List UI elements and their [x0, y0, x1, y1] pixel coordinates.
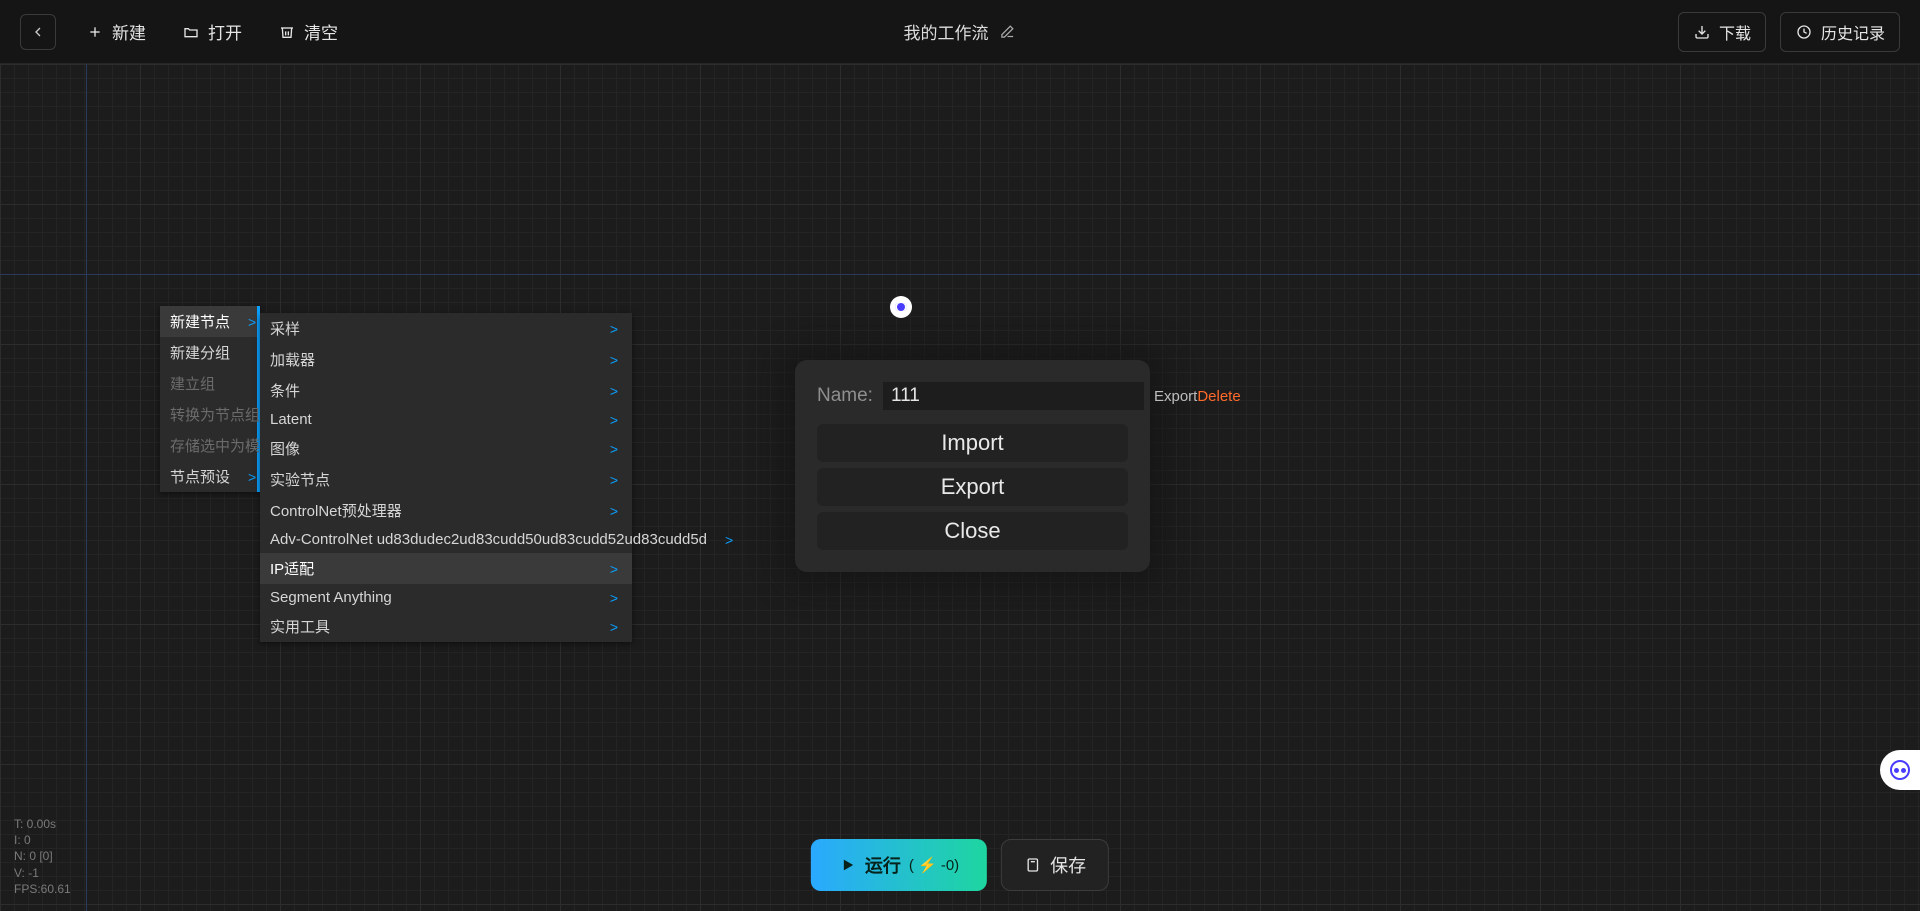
- chevron-right-icon: >: [610, 503, 618, 519]
- history-label: 历史记录: [1821, 20, 1885, 44]
- clear-button[interactable]: 清空: [272, 13, 344, 50]
- open-button[interactable]: 打开: [176, 13, 248, 50]
- assistant-icon: [1890, 760, 1910, 780]
- stat-t: T: 0.00s: [14, 816, 71, 832]
- workflow-title-text: 我的工作流: [904, 19, 989, 44]
- submenu-item[interactable]: 采样 >: [260, 313, 632, 344]
- submenu-item-label: ControlNet预处理器: [270, 500, 402, 521]
- run-cost: ( ⚡ -0): [909, 856, 959, 874]
- stat-i: I: 0: [14, 832, 71, 848]
- chevron-right-icon: >: [610, 590, 618, 606]
- chevron-right-icon: >: [610, 561, 618, 577]
- download-icon: [1693, 23, 1711, 41]
- preset-dialog: Name: ExportDelete Import Export Close: [795, 360, 1150, 572]
- canvas-stats: T: 0.00s I: 0 N: 0 [0] V: -1 FPS:60.61: [14, 816, 71, 897]
- context-menu-item: 建立组: [160, 368, 257, 399]
- workflow-title[interactable]: 我的工作流: [904, 19, 1017, 44]
- new-label: 新建: [112, 19, 146, 44]
- submenu-item-label: 图像: [270, 438, 300, 459]
- submenu-item-label: 条件: [270, 380, 300, 401]
- new-button[interactable]: 新建: [80, 13, 152, 50]
- history-button[interactable]: 历史记录: [1780, 12, 1900, 52]
- context-menu-item: 转换为节点组: [160, 399, 257, 430]
- guide-vertical: [86, 64, 87, 911]
- chevron-right-icon: >: [610, 472, 618, 488]
- submenu-item-label: 采样: [270, 318, 300, 339]
- export-button[interactable]: Export: [817, 468, 1128, 506]
- chevron-right-icon: >: [725, 532, 733, 548]
- menu-item-label: 节点预设: [170, 466, 230, 487]
- submenu-item[interactable]: 图像 >: [260, 433, 632, 464]
- submenu-item-label: IP适配: [270, 558, 314, 579]
- top-bar: 新建 打开 清空 我的工作流 下载: [0, 0, 1920, 64]
- chevron-right-icon: >: [610, 383, 618, 399]
- open-label: 打开: [208, 19, 242, 44]
- context-menu-item: 存储选中为模板: [160, 430, 257, 461]
- chevron-right-icon: >: [248, 314, 256, 330]
- guide-horizontal: [0, 274, 1920, 275]
- submenu-item[interactable]: 加载器 >: [260, 344, 632, 375]
- save-label: 保存: [1050, 852, 1086, 878]
- context-menu-item[interactable]: 新建分组: [160, 337, 257, 368]
- name-label: Name:: [817, 385, 873, 407]
- import-button[interactable]: Import: [817, 424, 1128, 462]
- clear-label: 清空: [304, 19, 338, 44]
- back-button[interactable]: [20, 14, 56, 50]
- history-icon: [1795, 23, 1813, 41]
- submenu-item[interactable]: 实用工具 >: [260, 611, 632, 642]
- bottom-bar: 运行 ( ⚡ -0) 保存: [811, 839, 1109, 891]
- submenu-item-label: Latent: [270, 411, 312, 428]
- download-label: 下载: [1719, 20, 1751, 44]
- chevron-right-icon: >: [610, 352, 618, 368]
- chevron-right-icon: >: [610, 321, 618, 337]
- robot-icon: [890, 296, 912, 318]
- stat-fps: FPS:60.61: [14, 881, 71, 897]
- name-input[interactable]: [883, 382, 1144, 410]
- context-menu-item[interactable]: 新建节点 >: [160, 306, 257, 337]
- stat-v: V: -1: [14, 865, 71, 881]
- submenu-item-label: Segment Anything: [270, 589, 392, 606]
- context-menu: 新建节点 > 新建分组建立组转换为节点组存储选中为模板节点预设 >: [160, 306, 260, 492]
- submenu-item[interactable]: Segment Anything >: [260, 584, 632, 611]
- plus-icon: [86, 23, 104, 41]
- context-submenu: 采样 > 加载器 > 条件 > Latent > 图像 > 实验节点 > ControlNet预处理器 >…: [260, 313, 632, 642]
- submenu-item-label: Adv-ControlNet ud83dudec2ud83cudd50ud83c…: [270, 531, 707, 548]
- submenu-item[interactable]: IP适配 >: [260, 553, 632, 584]
- chevron-right-icon: >: [610, 441, 618, 457]
- menu-item-label: 新建分组: [170, 342, 230, 363]
- play-icon: [839, 856, 857, 874]
- save-icon: [1024, 856, 1042, 874]
- chevron-left-icon: [29, 23, 47, 41]
- trash-icon: [278, 23, 296, 41]
- menu-item-label: 转换为节点组: [170, 404, 260, 425]
- submenu-item-label: 加载器: [270, 349, 315, 370]
- submenu-item[interactable]: Adv-ControlNet ud83dudec2ud83cudd50ud83c…: [260, 526, 632, 553]
- save-button[interactable]: 保存: [1001, 839, 1109, 891]
- submenu-item[interactable]: ControlNet预处理器 >: [260, 495, 632, 526]
- close-button[interactable]: Close: [817, 512, 1128, 550]
- export-link[interactable]: Export: [1154, 388, 1197, 405]
- run-label: 运行: [865, 852, 901, 878]
- download-button[interactable]: 下载: [1678, 12, 1766, 52]
- chevron-right-icon: >: [610, 619, 618, 635]
- submenu-item-label: 实验节点: [270, 469, 330, 490]
- assistant-button[interactable]: [1880, 750, 1920, 790]
- chevron-right-icon: >: [248, 469, 256, 485]
- submenu-item-label: 实用工具: [270, 616, 330, 637]
- chevron-right-icon: >: [610, 412, 618, 428]
- delete-link[interactable]: Delete: [1197, 388, 1240, 405]
- submenu-item[interactable]: 实验节点 >: [260, 464, 632, 495]
- edit-icon: [999, 23, 1017, 41]
- context-menu-item[interactable]: 节点预设 >: [160, 461, 257, 492]
- submenu-item[interactable]: Latent >: [260, 406, 632, 433]
- menu-item-label: 建立组: [170, 373, 215, 394]
- menu-item-label: 新建节点: [170, 311, 230, 332]
- submenu-item[interactable]: 条件 >: [260, 375, 632, 406]
- stat-n: N: 0 [0]: [14, 848, 71, 864]
- run-button[interactable]: 运行 ( ⚡ -0): [811, 839, 987, 891]
- folder-icon: [182, 23, 200, 41]
